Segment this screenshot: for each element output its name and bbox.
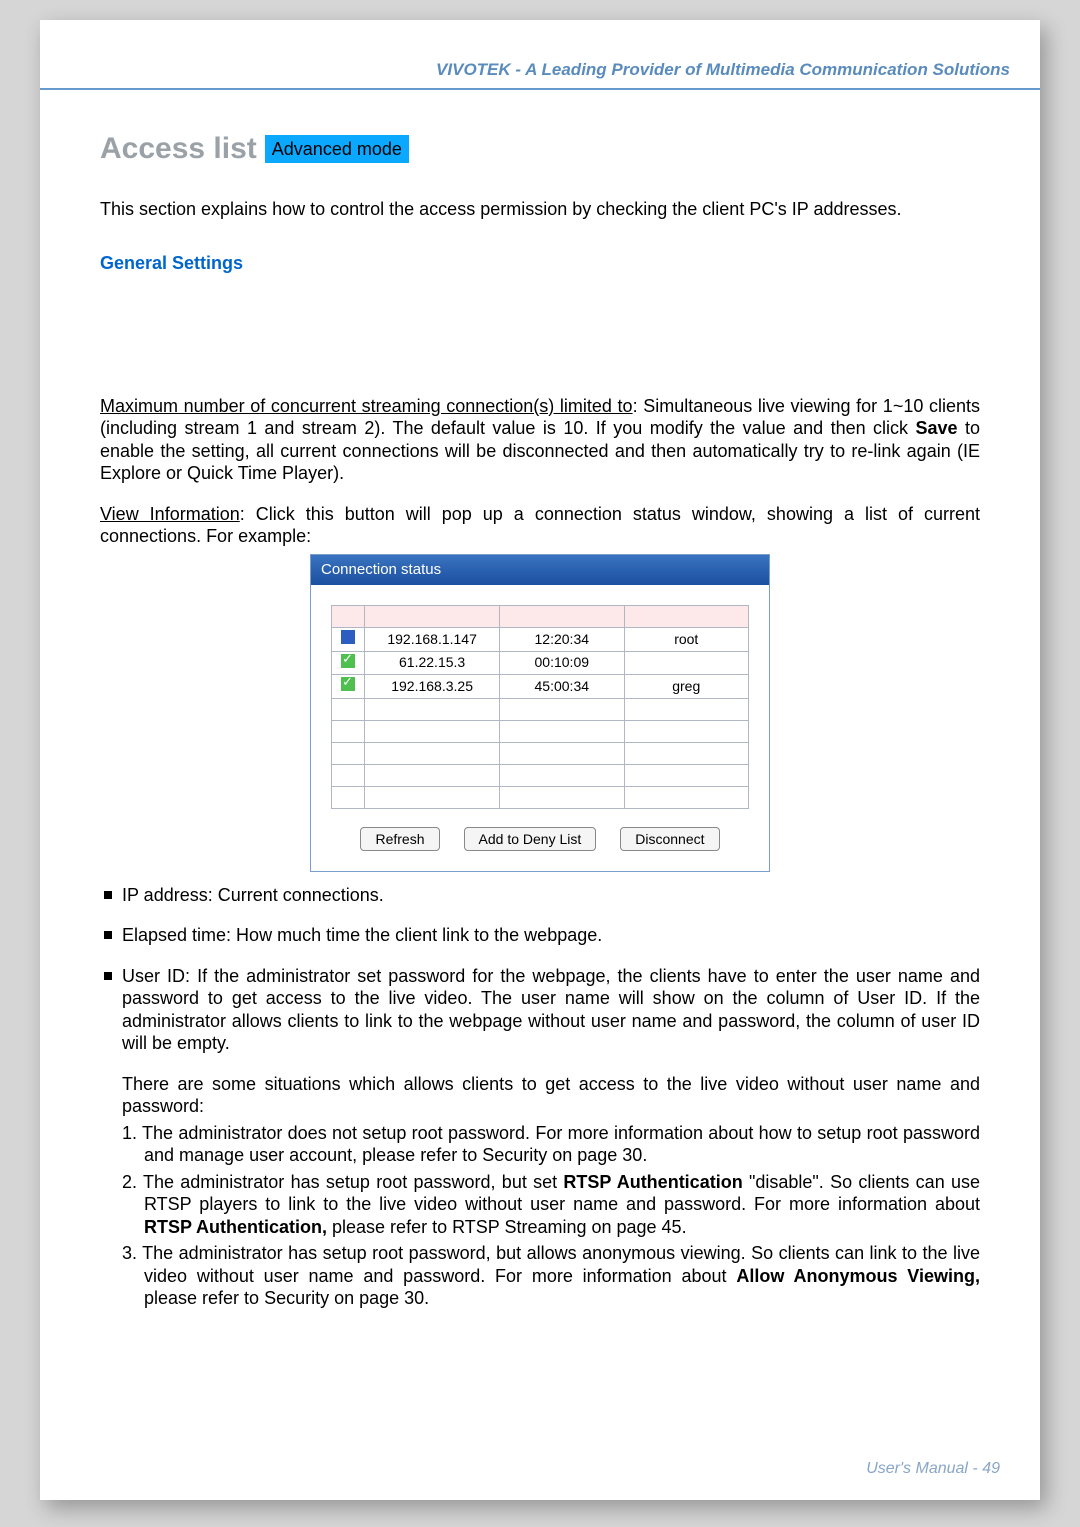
connection-status-popup: Connection status <box>310 554 770 872</box>
col-user <box>624 606 749 628</box>
square-green-check-icon <box>341 677 355 691</box>
ip-cell: 192.168.3.25 <box>365 675 500 699</box>
popup-body: 192.168.1.147 12:20:34 root 61.22.15.3 0… <box>311 585 769 871</box>
refresh-button[interactable]: Refresh <box>360 827 439 851</box>
disconnect-button[interactable]: Disconnect <box>620 827 719 851</box>
popup-titlebar: Connection status <box>311 555 769 586</box>
user-cell <box>624 651 749 675</box>
view-info-paragraph: View Information: Click this button will… <box>100 503 980 548</box>
user-cell: root <box>624 628 749 652</box>
popup-button-row: Refresh Add to Deny List Disconnect <box>331 827 749 851</box>
table-row[interactable]: 192.168.1.147 12:20:34 root <box>332 628 749 652</box>
table-row <box>332 764 749 786</box>
save-keyword: Save <box>916 418 958 438</box>
table-row <box>332 698 749 720</box>
elapsed-cell: 45:00:34 <box>500 675 624 699</box>
ip-cell: 61.22.15.3 <box>365 651 500 675</box>
situation-item: 1. The administrator does not setup root… <box>122 1122 980 1167</box>
list-item: Elapsed time: How much time the client l… <box>100 924 980 947</box>
advanced-mode-badge: Advanced mode <box>265 135 409 164</box>
square-green-check-icon <box>341 654 355 668</box>
ip-cell: 192.168.1.147 <box>365 628 500 652</box>
table-row[interactable]: 192.168.3.25 45:00:34 greg <box>332 675 749 699</box>
table-row <box>332 742 749 764</box>
max-connections-paragraph: Maximum number of concurrent streaming c… <box>100 395 980 485</box>
elapsed-cell: 00:10:09 <box>500 651 624 675</box>
content-area: Access list Advanced mode This section e… <box>40 90 1040 1356</box>
intro-paragraph: This section explains how to control the… <box>100 198 980 221</box>
popup-wrapper: Connection status <box>100 554 980 872</box>
header-band: VIVOTEK - A Leading Provider of Multimed… <box>40 20 1040 90</box>
col-icon <box>332 606 365 628</box>
status-icon <box>332 675 365 699</box>
table-row <box>332 786 749 808</box>
square-blue-icon <box>341 630 355 644</box>
user-cell: greg <box>624 675 749 699</box>
situations-intro: There are some situations which allows c… <box>122 1074 980 1117</box>
connection-table: 192.168.1.147 12:20:34 root 61.22.15.3 0… <box>331 605 749 809</box>
title-row: Access list Advanced mode <box>100 130 409 168</box>
table-row[interactable]: 61.22.15.3 00:10:09 <box>332 651 749 675</box>
status-icon <box>332 651 365 675</box>
situation-item: 3. The administrator has setup root pass… <box>122 1242 980 1310</box>
situation-item: 2. The administrator has setup root pass… <box>122 1171 980 1239</box>
table-header-row <box>332 606 749 628</box>
page-title: Access list <box>100 130 257 168</box>
definition-list: IP address: Current connections. Elapsed… <box>100 884 980 1310</box>
page-footer: User's Manual - 49 <box>866 1460 1000 1478</box>
general-settings-heading: General Settings <box>100 252 980 275</box>
list-item: User ID: If the administrator set passwo… <box>100 965 980 1310</box>
col-ip <box>365 606 500 628</box>
header-tagline: VIVOTEK - A Leading Provider of Multimed… <box>40 20 1040 88</box>
elapsed-cell: 12:20:34 <box>500 628 624 652</box>
document-page: VIVOTEK - A Leading Provider of Multimed… <box>40 20 1040 1500</box>
status-icon <box>332 628 365 652</box>
table-row <box>332 720 749 742</box>
add-to-deny-list-button[interactable]: Add to Deny List <box>464 827 597 851</box>
col-elapsed <box>500 606 624 628</box>
list-item: IP address: Current connections. <box>100 884 980 907</box>
view-info-underline: View Information <box>100 504 240 524</box>
max-conn-underline: Maximum number of concurrent streaming c… <box>100 396 633 416</box>
